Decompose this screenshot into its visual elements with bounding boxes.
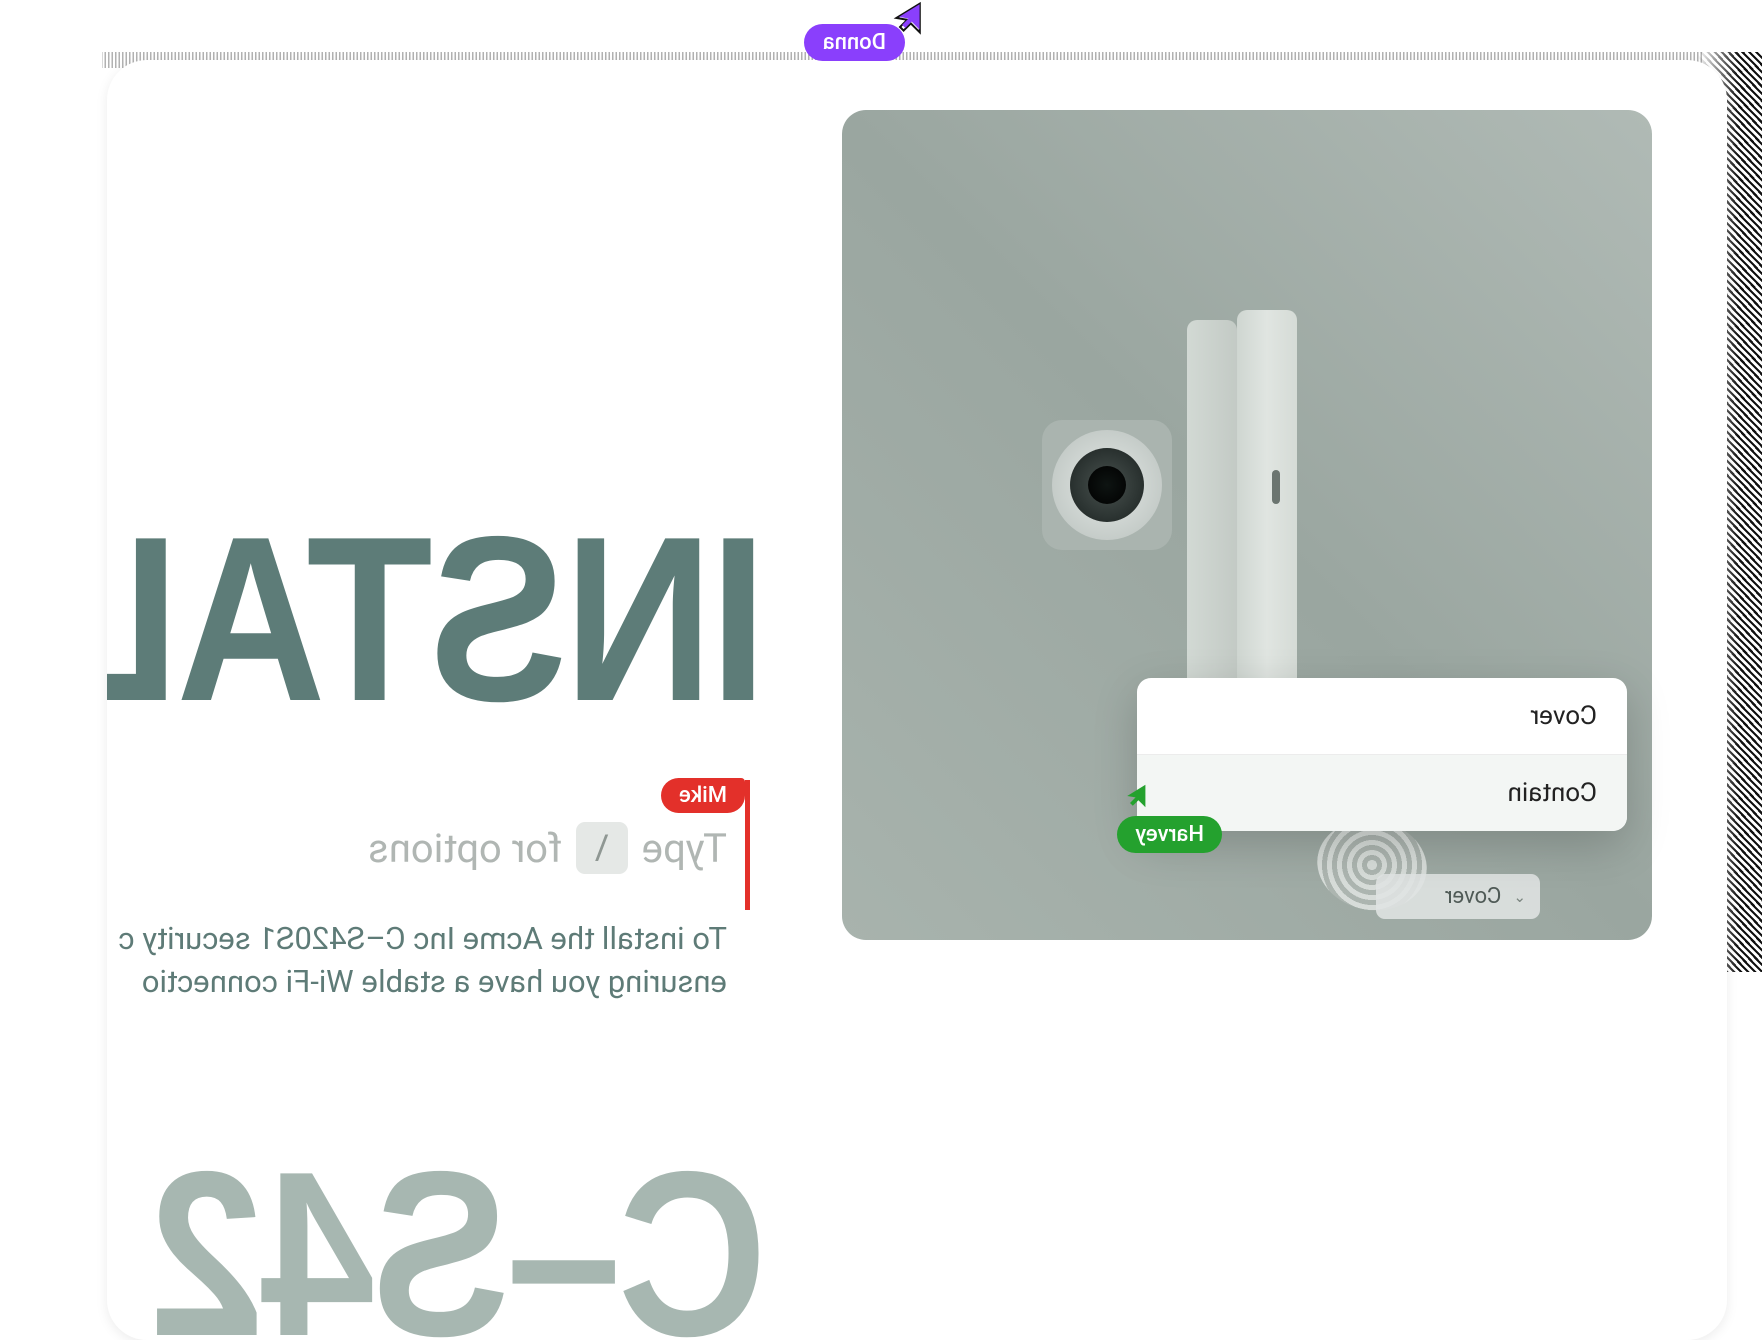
camera-lens-iris bbox=[1088, 466, 1126, 504]
body-paragraph[interactable]: To install the Acme Inc C–S420S1 securit… bbox=[118, 918, 727, 1004]
heading-line-2: C–S42 bbox=[107, 1148, 767, 1340]
text-insertion-caret bbox=[745, 780, 750, 910]
design-canvas-card: ⌄ Cover Cover Contain Harvey INSTALI C–S… bbox=[107, 60, 1727, 1340]
image-fit-chip[interactable]: ⌄ Cover bbox=[1376, 874, 1540, 919]
page-heading: INSTALI C–S42 SECURI bbox=[107, 90, 767, 1340]
paragraph-line-2: ensuring you have a stable Wi-Fi connect… bbox=[118, 961, 727, 1004]
collaborator-label-harvey: Harvey bbox=[1117, 816, 1222, 853]
slash-key-icon: \ bbox=[576, 822, 628, 874]
slash-command-hint[interactable]: Type \ for options bbox=[368, 822, 727, 874]
collaborator-label-donna: Donna bbox=[804, 24, 905, 61]
heading-line-1: INSTALI bbox=[107, 513, 767, 725]
paragraph-line-1: To install the Acme Inc C–S420S1 securit… bbox=[118, 918, 727, 961]
dropdown-option-label: Cover bbox=[1530, 701, 1597, 731]
image-fit-dropdown[interactable]: Cover Contain bbox=[1137, 678, 1627, 831]
image-fit-chip-label: Cover bbox=[1445, 884, 1501, 909]
collaborator-label-mike: Mike bbox=[661, 778, 745, 813]
camera-led-slot bbox=[1272, 470, 1280, 504]
dropdown-option-cover[interactable]: Cover bbox=[1137, 678, 1627, 755]
hint-pre-text: Type bbox=[642, 825, 727, 872]
dropdown-option-label: Contain bbox=[1508, 778, 1597, 808]
chevron-down-icon: ⌄ bbox=[1513, 888, 1526, 906]
hint-post-text: for options bbox=[368, 825, 562, 872]
